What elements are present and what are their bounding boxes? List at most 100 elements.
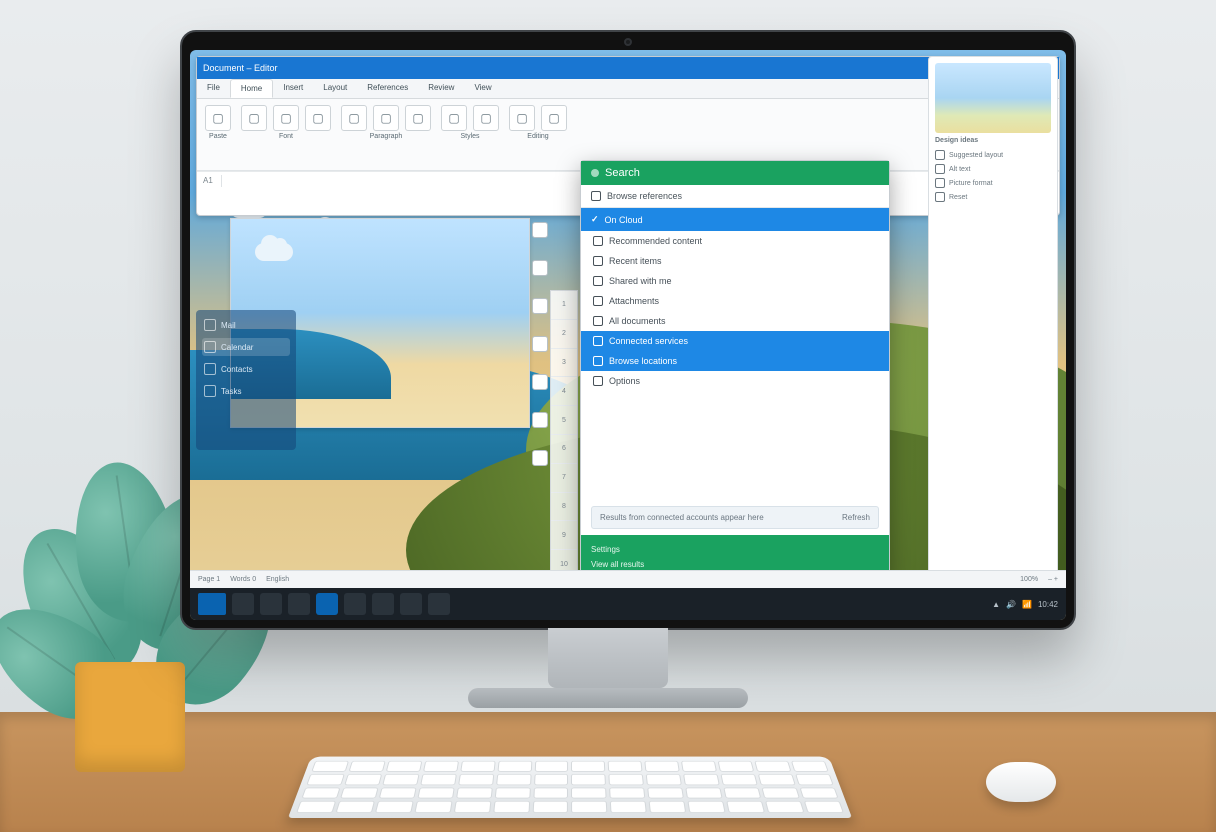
system-tray[interactable]: ▲ 🔊 📶 10:42 (992, 600, 1058, 609)
popup-subtitle-row[interactable]: Browse references (581, 185, 889, 208)
status-bar[interactable]: Page 1 Words 0 English 100% – + (190, 570, 1066, 588)
item-icon (593, 356, 603, 366)
tool-icon[interactable] (532, 336, 548, 352)
list-icon[interactable]: ▢ (405, 105, 431, 131)
popup-section[interactable]: ✓ On Cloud (581, 208, 889, 231)
panel-row[interactable]: Suggested layout (935, 148, 1051, 162)
popup-footer-link[interactable]: Settings (591, 545, 879, 554)
webcam (624, 38, 632, 46)
status-item[interactable]: Page 1 (198, 576, 220, 583)
tool-icon[interactable] (532, 374, 548, 390)
taskbar-app[interactable] (344, 593, 366, 615)
start-button[interactable] (198, 593, 226, 615)
taskbar-app[interactable] (428, 593, 450, 615)
right-panel-heading: Design ideas (935, 137, 1051, 144)
search-popup[interactable]: Search Browse references ✓ On Cloud Reco… (580, 160, 890, 580)
popup-note-text: Results from connected accounts appear h… (600, 513, 764, 522)
popup-list[interactable]: Recommended content Recent items Shared wi… (581, 231, 889, 500)
nav-item[interactable]: Mail (202, 316, 290, 334)
popup-title: Search (605, 167, 640, 179)
align-left-icon[interactable]: ▢ (341, 105, 367, 131)
status-item[interactable]: Words 0 (230, 576, 256, 583)
taskbar-app[interactable] (372, 593, 394, 615)
row-icon (935, 192, 945, 202)
panel-row[interactable]: Picture format (935, 176, 1051, 190)
ribbon-group-label: Paste (209, 133, 227, 140)
popup-item[interactable]: Browse locations (581, 351, 889, 371)
taskbar-app[interactable] (232, 593, 254, 615)
item-label: Connected services (609, 336, 688, 346)
tray-icon[interactable]: 📶 (1022, 600, 1032, 609)
vertical-tool-icons[interactable] (530, 222, 550, 466)
ribbon-group: ▢▢ Editing (509, 105, 567, 164)
ribbon-tab[interactable]: Review (418, 79, 464, 98)
tool-icon[interactable] (532, 298, 548, 314)
italic-icon[interactable]: ▢ (273, 105, 299, 131)
popup-item[interactable]: All documents (581, 311, 889, 331)
popup-footer-link[interactable]: View all results (591, 560, 879, 569)
popup-item[interactable]: Attachments (581, 291, 889, 311)
ribbon-group-label: Styles (460, 133, 479, 140)
tray-icon[interactable]: 🔊 (1006, 600, 1016, 609)
monitor-foot (468, 688, 748, 708)
nav-item[interactable]: Contacts (202, 360, 290, 378)
panel-row[interactable]: Alt text (935, 162, 1051, 176)
underline-icon[interactable]: ▢ (305, 105, 331, 131)
nav-label: Contacts (221, 365, 253, 374)
popup-note-action[interactable]: Refresh (842, 513, 870, 522)
item-label: Recent items (609, 256, 662, 266)
right-panel[interactable]: Design ideas Suggested layoutAlt textPic… (928, 56, 1058, 582)
item-label: Browse locations (609, 356, 677, 366)
popup-item[interactable]: Options (581, 371, 889, 391)
find-icon[interactable]: ▢ (509, 105, 535, 131)
taskbar-app[interactable] (316, 593, 338, 615)
popup-subtitle: Browse references (607, 191, 682, 201)
ribbon-tab[interactable]: Home (230, 79, 273, 98)
ribbon-tab[interactable]: Insert (273, 79, 313, 98)
status-item[interactable]: English (266, 576, 289, 583)
style-b-icon[interactable]: ▢ (473, 105, 499, 131)
replace-icon[interactable]: ▢ (541, 105, 567, 131)
ribbon-tab[interactable]: View (464, 79, 501, 98)
ribbon-group-label: Editing (527, 133, 548, 140)
ribbon-tab[interactable]: Layout (313, 79, 357, 98)
nav-item[interactable]: Calendar (202, 338, 290, 356)
nav-label: Mail (221, 321, 236, 330)
align-center-icon[interactable]: ▢ (373, 105, 399, 131)
taskbar-app[interactable] (400, 593, 422, 615)
style-a-icon[interactable]: ▢ (441, 105, 467, 131)
ribbon-group: ▢ Paste (205, 105, 231, 164)
tool-icon[interactable] (532, 222, 548, 238)
design-thumbnail[interactable] (935, 63, 1051, 133)
popup-item[interactable]: Recommended content (581, 231, 889, 251)
nav-item[interactable]: Tasks (202, 382, 290, 400)
popup-item[interactable]: Connected services (581, 331, 889, 351)
ribbon-group: ▢▢▢Font (241, 105, 331, 164)
taskbar-app[interactable] (260, 593, 282, 615)
taskbar-app[interactable] (288, 593, 310, 615)
tool-icon[interactable] (532, 260, 548, 276)
clipboard-icon[interactable]: ▢ (205, 105, 231, 131)
tool-icon[interactable] (532, 412, 548, 428)
ribbon-tab[interactable]: References (357, 79, 418, 98)
tool-icon[interactable] (532, 450, 548, 466)
zoom-slider[interactable]: – + (1048, 576, 1058, 583)
item-label: Recommended content (609, 236, 702, 246)
left-nav-strip[interactable]: Mail Calendar Contacts Tasks (196, 310, 296, 450)
row-icon (935, 178, 945, 188)
desktop-screen: Document – Editor FileHomeInsertLayoutRe… (190, 50, 1066, 620)
zoom-level[interactable]: 100% (1020, 576, 1038, 583)
app-title: Document – Editor (203, 63, 278, 73)
taskbar[interactable]: ▲ 🔊 📶 10:42 (190, 588, 1066, 620)
popup-note: Results from connected accounts appear h… (591, 506, 879, 529)
ribbon-tab[interactable]: File (197, 79, 230, 98)
search-icon (591, 169, 599, 177)
tray-icon[interactable]: ▲ (992, 600, 1000, 609)
nav-icon (204, 363, 216, 375)
item-label: Options (609, 376, 640, 386)
popup-item[interactable]: Shared with me (581, 271, 889, 291)
panel-row[interactable]: Reset (935, 190, 1051, 204)
bold-icon[interactable]: ▢ (241, 105, 267, 131)
clock[interactable]: 10:42 (1038, 600, 1058, 609)
popup-item[interactable]: Recent items (581, 251, 889, 271)
